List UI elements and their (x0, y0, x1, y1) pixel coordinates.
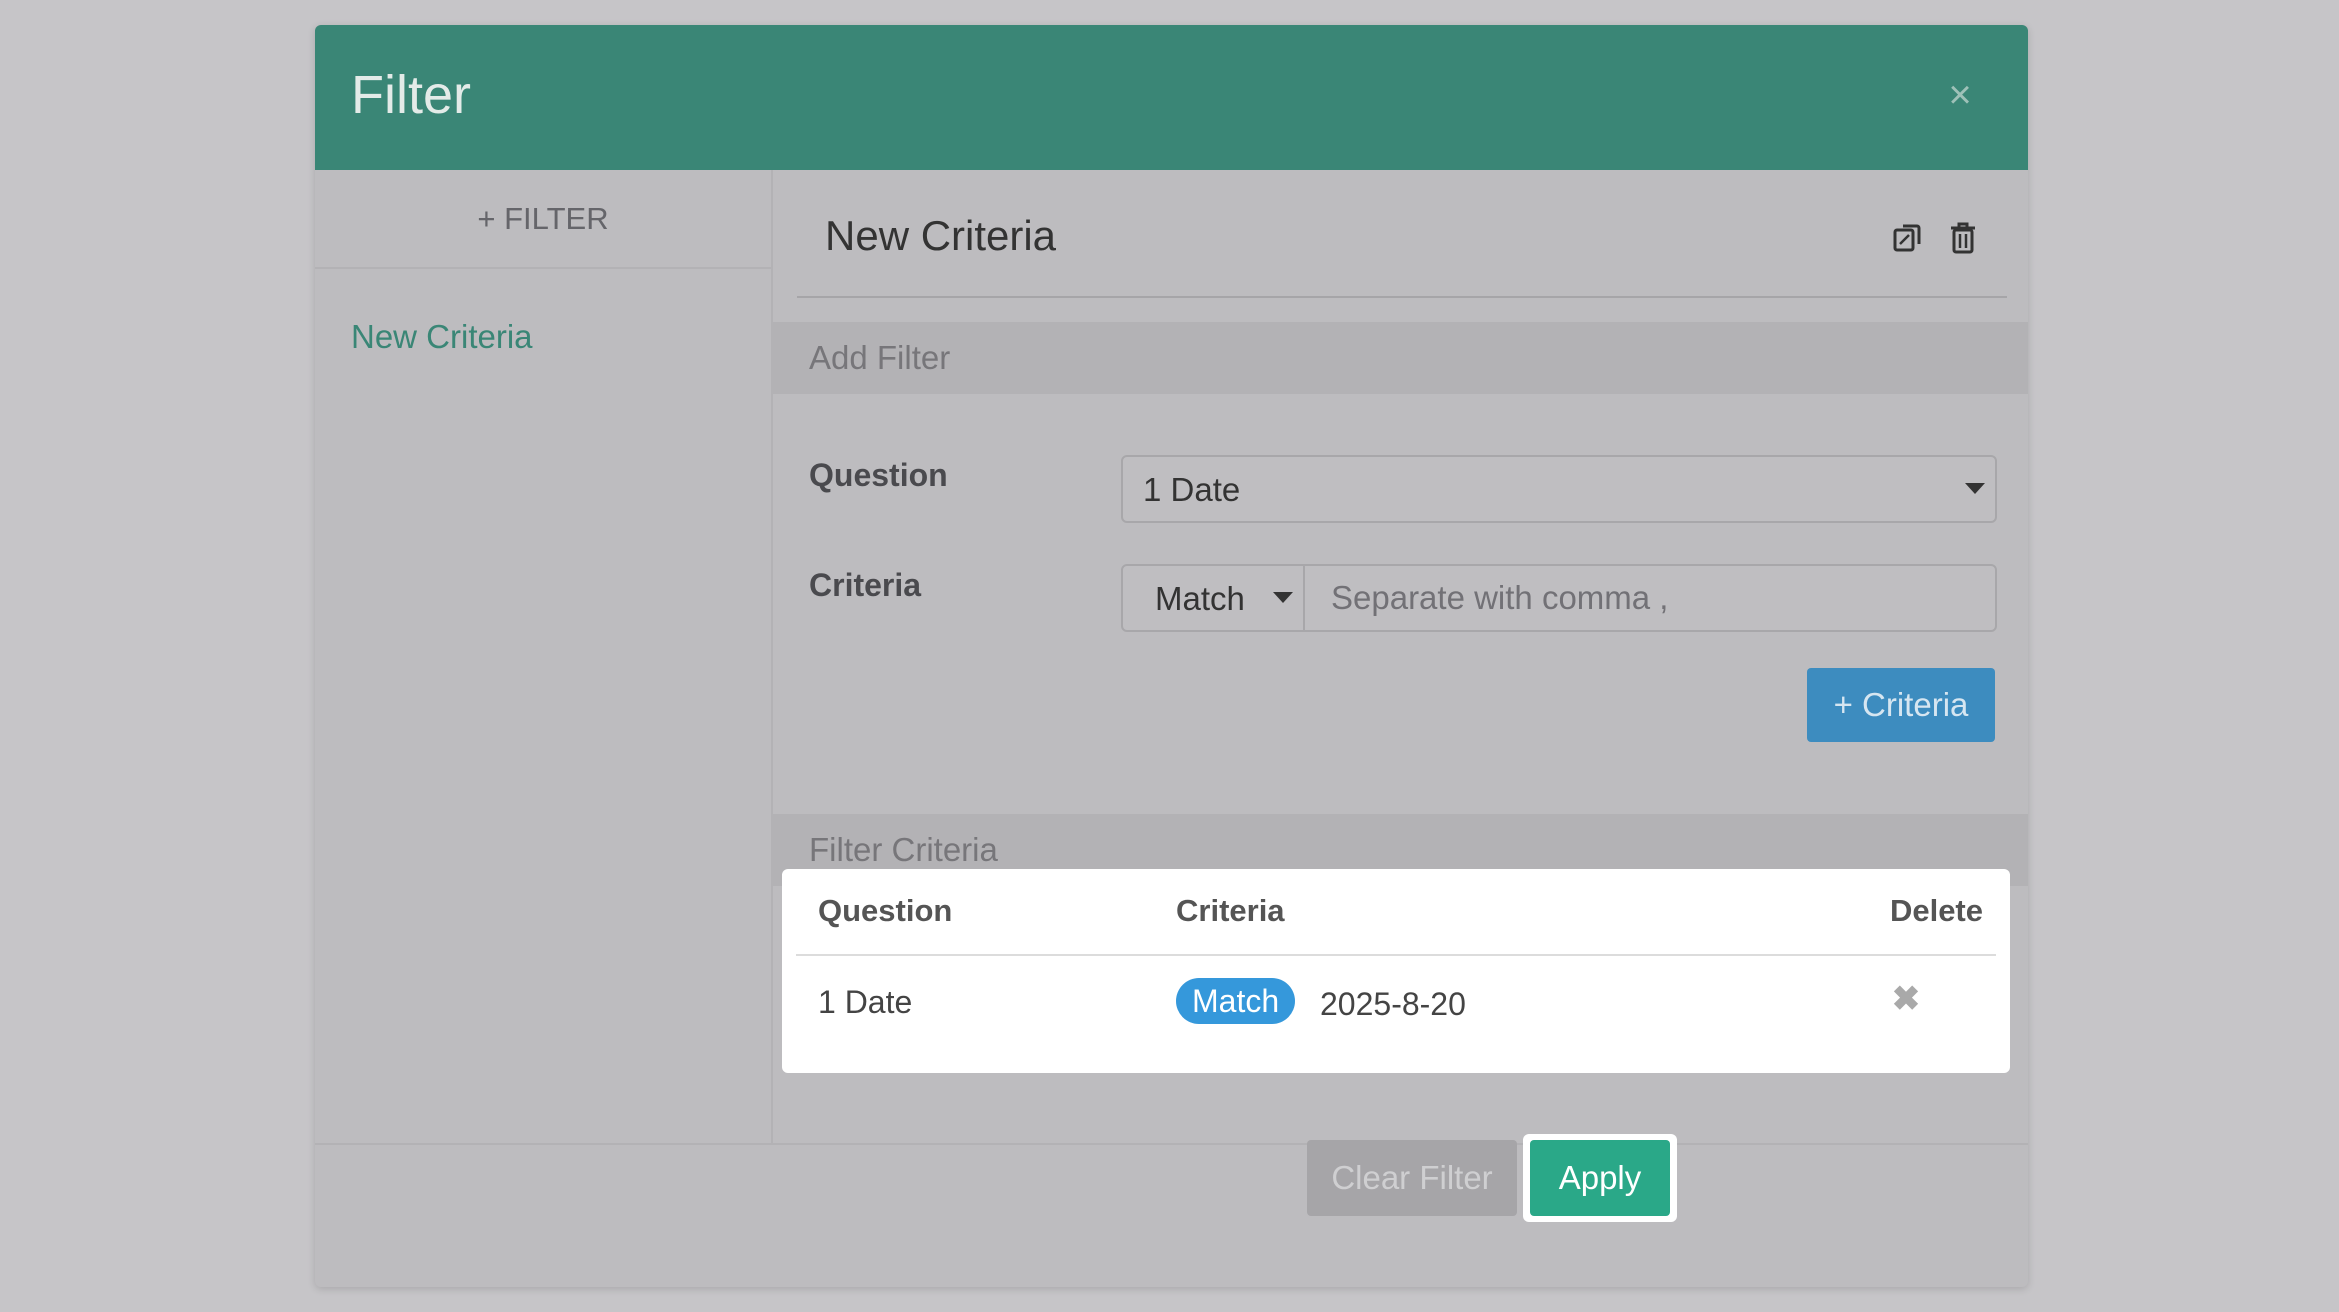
chevron-down-icon (1273, 592, 1293, 603)
match-select[interactable]: Match (1123, 566, 1305, 630)
apply-button[interactable]: Apply (1530, 1140, 1670, 1216)
sidebar-item-new-criteria[interactable]: New Criteria (351, 318, 533, 356)
column-header-criteria: Criteria (1176, 893, 1285, 928)
criteria-label: Criteria (809, 567, 922, 603)
row-criteria-value: 2025-8-20 (1320, 986, 1466, 1022)
close-icon[interactable]: × (1942, 75, 1978, 115)
criteria-input-group: Match (1121, 564, 1997, 632)
copy-icon[interactable] (1891, 220, 1927, 256)
chevron-down-icon (1965, 483, 1985, 494)
column-header-delete: Delete (1889, 893, 1983, 928)
filter-criteria-section-label: Filter Criteria (809, 831, 998, 868)
question-select-value: 1 Date (1143, 471, 1241, 508)
delete-row-icon[interactable]: ✖ (1888, 981, 1924, 1017)
modal-title: Filter (351, 65, 471, 125)
title-divider (797, 296, 2007, 298)
match-select-value: Match (1155, 580, 1245, 617)
question-select[interactable]: 1 Date (1121, 455, 1997, 523)
filter-modal: Filter × + FILTER New Criteria New Crite… (315, 25, 2028, 1287)
footer-divider (315, 1143, 2028, 1145)
trash-icon[interactable] (1948, 220, 1978, 256)
filter-sidebar: + FILTER New Criteria (315, 170, 773, 1145)
add-filter-section-header: Add Filter (773, 322, 2028, 394)
filter-criteria-table: Question Criteria Delete 1 Date Match 20… (782, 869, 2010, 1073)
modal-header: Filter × (315, 25, 2028, 170)
add-filter-button[interactable]: + FILTER (315, 170, 771, 269)
add-filter-section-label: Add Filter (809, 339, 951, 376)
column-header-question: Question (818, 893, 953, 928)
question-label: Question (809, 457, 948, 493)
add-criteria-button[interactable]: + Criteria (1807, 668, 1995, 742)
table-header-divider (796, 954, 1996, 956)
criteria-title[interactable]: New Criteria (825, 212, 1056, 260)
match-badge: Match (1176, 978, 1296, 1024)
clear-filter-button[interactable]: Clear Filter (1307, 1140, 1517, 1216)
criteria-value-input[interactable] (1305, 566, 1995, 630)
row-question: 1 Date (818, 984, 913, 1020)
